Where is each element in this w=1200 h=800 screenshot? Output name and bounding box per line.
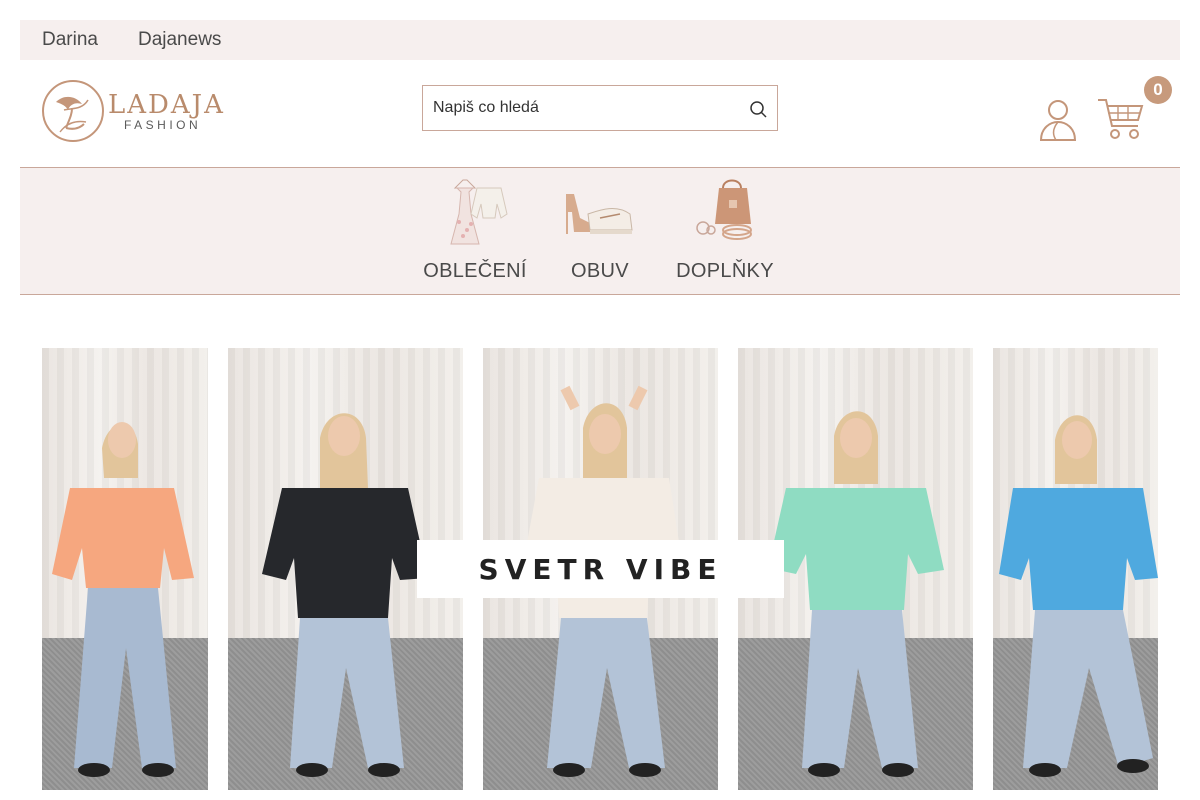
user-account-icon[interactable] <box>1038 98 1078 142</box>
category-nav: OBLEČENÍ OBUV DOPLŇKY <box>20 168 1180 295</box>
search-icon[interactable] <box>749 100 767 118</box>
category-clothing[interactable]: OBLEČENÍ <box>410 168 540 295</box>
search-box <box>422 85 778 131</box>
page: Darina Dajanews LADAJA FASHION Napiš co … <box>0 0 1200 800</box>
category-shoes[interactable]: OBUV <box>535 168 665 295</box>
shoes-icon <box>560 174 640 246</box>
clothing-icon <box>435 174 515 246</box>
top-link-dajanews[interactable]: Dajanews <box>138 29 221 51</box>
banner-photo <box>993 348 1158 790</box>
logo-title: LADAJA <box>108 90 225 120</box>
header: LADAJA FASHION Napiš co hledá 0 <box>20 60 1180 168</box>
search-input[interactable] <box>423 86 743 130</box>
category-clothing-label: OBLEČENÍ <box>423 260 527 282</box>
model-figure <box>999 415 1158 777</box>
accessories-icon <box>685 174 765 246</box>
category-accessories[interactable]: DOPLŇKY <box>660 168 790 295</box>
logo-subtitle: FASHION <box>124 118 202 132</box>
category-shoes-label: OBUV <box>571 260 629 282</box>
top-link-darina[interactable]: Darina <box>42 29 98 51</box>
logo[interactable]: LADAJA FASHION <box>42 80 232 144</box>
cart-icon[interactable] <box>1096 94 1146 142</box>
banner-photo <box>42 348 208 790</box>
promo-banner[interactable]: SVETR VIBE <box>42 348 1158 790</box>
model-figure <box>52 422 194 777</box>
category-accessories-label: DOPLŇKY <box>676 260 774 282</box>
cart-count-badge[interactable]: 0 <box>1144 76 1172 104</box>
banner-title[interactable]: SVETR VIBE <box>417 540 784 598</box>
top-links-bar: Darina Dajanews <box>20 20 1180 60</box>
